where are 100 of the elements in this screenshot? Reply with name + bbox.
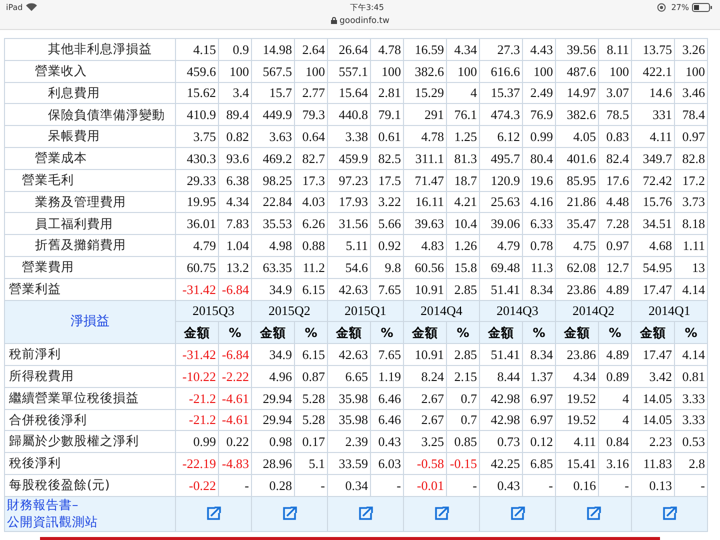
row-label: 呆帳費用: [4, 126, 176, 148]
table-cell: 0.17: [294, 430, 328, 453]
table-cell: 1.04: [218, 234, 252, 256]
table-cell: 82.5: [370, 147, 404, 170]
table-cell: 3.16: [598, 452, 632, 474]
table-cell: 82.8: [674, 147, 708, 170]
table-cell: 0.22: [218, 430, 252, 453]
table-cell: 15.29: [404, 82, 446, 104]
table-cell: 39.56: [556, 38, 598, 60]
table-cell: -4.61: [218, 409, 252, 431]
external-link-icon[interactable]: [282, 506, 298, 522]
section-title: 淨損益: [4, 300, 176, 344]
table-cell: 29.33: [176, 169, 218, 192]
external-link-icon[interactable]: [358, 506, 374, 522]
table-cell: 2.49: [522, 82, 556, 104]
row-label: 合併稅後淨利: [4, 409, 176, 431]
quarter-header: 2015Q2: [252, 300, 328, 322]
table-cell: 2.8: [674, 452, 708, 474]
table-cell: 5.28: [294, 409, 328, 431]
column-header: 金額: [328, 322, 370, 344]
table-cell: 0.78: [522, 234, 556, 256]
table-cell: 3.63: [252, 126, 294, 148]
table-cell: 72.42: [632, 169, 674, 192]
table-cell: 16.59: [404, 38, 446, 60]
table-cell: 4.34: [446, 38, 480, 60]
table-cell: 8.18: [674, 212, 708, 235]
quarter-header: 2015Q3: [176, 300, 252, 322]
table-cell: 29.94: [252, 409, 294, 431]
table-cell: -: [446, 474, 480, 496]
table-cell: 0.99: [176, 430, 218, 453]
table-cell: 15.8: [446, 256, 480, 278]
table-cell: -31.42: [176, 344, 218, 366]
table-cell: 4.15: [176, 38, 218, 60]
table-cell: 15.76: [632, 191, 674, 213]
table-cell: 495.7: [480, 147, 522, 170]
table-cell: 4: [598, 409, 632, 431]
external-link-icon[interactable]: [586, 506, 602, 522]
column-header: 金額: [404, 322, 446, 344]
table-cell: 4.14: [674, 344, 708, 366]
column-header: 金額: [176, 322, 218, 344]
wifi-icon: [26, 3, 37, 11]
quarter-header: 2014Q3: [480, 300, 556, 322]
table-cell: 0.89: [598, 365, 632, 388]
table-cell: 63.35: [252, 256, 294, 278]
table-cell: 3.4: [218, 82, 252, 104]
row-label: 稅後淨利: [4, 452, 176, 474]
table-cell: 39.06: [480, 212, 522, 235]
row-label: 所得稅費用: [4, 365, 176, 388]
table-cell: 0.9: [218, 38, 252, 60]
table-cell: 2.77: [294, 82, 328, 104]
table-cell: 82.7: [294, 147, 328, 170]
table-cell: 1.26: [446, 234, 480, 256]
table-cell: 8.44: [480, 365, 522, 388]
table-cell: 6.97: [522, 409, 556, 431]
external-link-icon[interactable]: [662, 506, 678, 522]
table-cell: 25.63: [480, 191, 522, 213]
lock-icon: [330, 17, 336, 24]
table-cell: 17.3: [294, 169, 328, 192]
row-label: 稅前淨利: [4, 344, 176, 366]
table-cell: 98.25: [252, 169, 294, 192]
table-cell: 54.6: [328, 256, 370, 278]
table-cell: 17.47: [632, 344, 674, 366]
table-cell: 35.98: [328, 387, 370, 410]
table-cell: 42.98: [480, 409, 522, 431]
column-header: %: [446, 322, 480, 344]
table-cell: 1.11: [674, 234, 708, 256]
table-cell: 34.51: [632, 212, 674, 235]
table-cell: 13.2: [218, 256, 252, 278]
table-cell: -0.01: [404, 474, 446, 496]
table-cell: 6.03: [370, 452, 404, 474]
table-cell: 430.3: [176, 147, 218, 170]
external-link-icon[interactable]: [206, 506, 222, 522]
external-link-icon[interactable]: [510, 506, 526, 522]
table-cell: 81.3: [446, 147, 480, 170]
table-cell: 79.1: [370, 104, 404, 126]
table-cell: 4.21: [446, 191, 480, 213]
table-cell: 7.83: [218, 212, 252, 235]
table-cell: 19.52: [556, 387, 598, 410]
table-cell: 85.95: [556, 169, 598, 192]
url-text[interactable]: goodinfo.tw: [340, 16, 390, 26]
table-cell: 4.11: [632, 126, 674, 148]
table-cell: -0.15: [446, 452, 480, 474]
table-cell: 3.42: [632, 365, 674, 388]
table-cell: 0.61: [370, 126, 404, 148]
table-cell: 6.46: [370, 409, 404, 431]
row-label: 歸屬於少數股權之淨利: [4, 430, 176, 453]
quarter-header: 2014Q1: [632, 300, 708, 322]
row-label: 員工福利費用: [4, 212, 176, 235]
table-cell: 459.9: [328, 147, 370, 170]
table-cell: 0.85: [446, 430, 480, 453]
table-cell: 616.6: [480, 60, 522, 82]
table-cell: 3.26: [674, 38, 708, 60]
table-cell: 410.9: [176, 104, 218, 126]
table-cell: -: [370, 474, 404, 496]
table-cell: 42.98: [480, 387, 522, 410]
external-link-icon[interactable]: [434, 506, 450, 522]
table-cell: 4.75: [556, 234, 598, 256]
table-cell: 2.64: [294, 38, 328, 60]
table-cell: 35.47: [556, 212, 598, 235]
table-cell: 4.68: [632, 234, 674, 256]
